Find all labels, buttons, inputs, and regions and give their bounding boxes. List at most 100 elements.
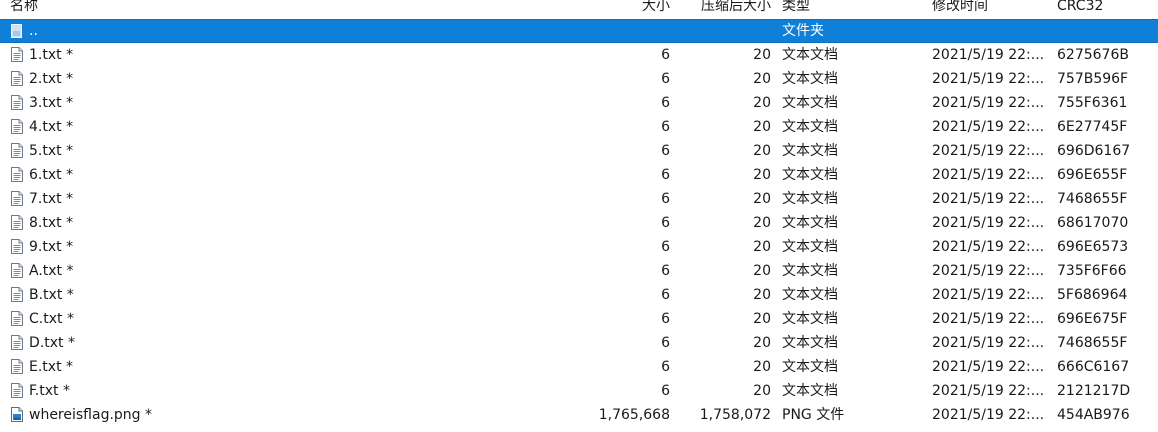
- file-crc32: 454AB976: [1057, 407, 1130, 423]
- file-modified: 2021/5/19 22:...: [932, 119, 1045, 135]
- file-row[interactable]: C.txt * 6 20 文本文档 2021/5/19 22:... 696E6…: [0, 307, 1158, 331]
- file-modified: 2021/5/19 22:...: [932, 71, 1045, 87]
- file-modified: 2021/5/19 22:...: [932, 407, 1045, 423]
- file-size: 6: [661, 191, 670, 207]
- file-size: 6: [661, 47, 670, 63]
- column-header-type[interactable]: 类型: [782, 0, 922, 19]
- text-file-icon: [10, 238, 24, 255]
- file-packed-size: 20: [753, 215, 771, 231]
- file-packed-size: 20: [753, 191, 771, 207]
- file-row[interactable]: 3.txt * 6 20 文本文档 2021/5/19 22:... 755F6…: [0, 91, 1158, 115]
- file-row[interactable]: 7.txt * 6 20 文本文档 2021/5/19 22:... 74686…: [0, 187, 1158, 211]
- image-file-icon: [10, 406, 24, 423]
- file-modified: 2021/5/19 22:...: [932, 335, 1045, 351]
- file-type: 文本文档: [782, 167, 838, 183]
- file-packed-size: 20: [753, 359, 771, 375]
- file-crc32: 757B596F: [1057, 71, 1129, 87]
- file-packed-size: 20: [753, 383, 771, 399]
- file-packed-size: 20: [753, 239, 771, 255]
- file-size: 6: [661, 239, 670, 255]
- file-crc32: 696E6573: [1057, 239, 1129, 255]
- file-packed-size: 20: [753, 167, 771, 183]
- file-name-cell: whereisflag.png *: [10, 403, 570, 427]
- column-header-name[interactable]: 名称: [10, 0, 570, 19]
- file-modified: 2021/5/19 22:...: [932, 215, 1045, 231]
- file-crc32: 696E655F: [1057, 167, 1128, 183]
- file-packed-size: 20: [753, 143, 771, 159]
- file-name-cell: D.txt *: [10, 331, 570, 355]
- file-packed-size: 20: [753, 335, 771, 351]
- file-packed-size: 20: [753, 47, 771, 63]
- file-name-cell: 4.txt *: [10, 115, 570, 139]
- file-modified: 2021/5/19 22:...: [932, 263, 1045, 279]
- file-size: 6: [661, 71, 670, 87]
- file-row[interactable]: B.txt * 6 20 文本文档 2021/5/19 22:... 5F686…: [0, 283, 1158, 307]
- file-name: D.txt *: [29, 335, 75, 351]
- file-crc32: 6275676B: [1057, 47, 1129, 63]
- file-row[interactable]: 2.txt * 6 20 文本文档 2021/5/19 22:... 757B5…: [0, 67, 1158, 91]
- file-packed-size: 20: [753, 119, 771, 135]
- file-row[interactable]: 4.txt * 6 20 文本文档 2021/5/19 22:... 6E277…: [0, 115, 1158, 139]
- file-packed-size: 1,758,072: [699, 407, 771, 423]
- file-type: 文本文档: [782, 143, 838, 159]
- file-name-cell: 2.txt *: [10, 67, 570, 91]
- column-header-modified[interactable]: 修改时间: [932, 0, 1048, 19]
- file-name: 5.txt *: [29, 143, 74, 159]
- file-packed-size: 20: [753, 287, 771, 303]
- file-row[interactable]: 5.txt * 6 20 文本文档 2021/5/19 22:... 696D6…: [0, 139, 1158, 163]
- file-name: 2.txt *: [29, 71, 74, 87]
- file-type: 文本文档: [782, 191, 838, 207]
- text-file-icon: [10, 118, 24, 135]
- column-header-row: 名称 大小 压缩后大小 类型 修改时间 CRC32: [0, 0, 1158, 19]
- file-name-cell: F.txt *: [10, 379, 570, 403]
- file-row[interactable]: 8.txt * 6 20 文本文档 2021/5/19 22:... 68617…: [0, 211, 1158, 235]
- file-modified: 2021/5/19 22:...: [932, 47, 1045, 63]
- file-crc32: 68617070: [1057, 215, 1129, 231]
- text-file-icon: [10, 190, 24, 207]
- column-header-crc32[interactable]: CRC32: [1057, 0, 1157, 19]
- file-size: 1,765,668: [598, 407, 670, 423]
- text-file-icon: [10, 382, 24, 399]
- file-crc32: 696D6167: [1057, 143, 1131, 159]
- file-type: 文本文档: [782, 71, 838, 87]
- file-row[interactable]: 1.txt * 6 20 文本文档 2021/5/19 22:... 62756…: [0, 43, 1158, 67]
- file-row[interactable]: 9.txt * 6 20 文本文档 2021/5/19 22:... 696E6…: [0, 235, 1158, 259]
- file-name: 6.txt *: [29, 167, 74, 183]
- text-file-icon: [10, 46, 24, 63]
- file-size: 6: [661, 215, 670, 231]
- file-crc32: 2121217D: [1057, 383, 1131, 399]
- file-name: 3.txt *: [29, 95, 74, 111]
- file-name: whereisflag.png *: [29, 407, 153, 423]
- column-header-size[interactable]: 大小: [580, 0, 670, 19]
- file-crc32: 7468655F: [1057, 335, 1128, 351]
- file-row[interactable]: 6.txt * 6 20 文本文档 2021/5/19 22:... 696E6…: [0, 163, 1158, 187]
- file-name: A.txt *: [29, 263, 74, 279]
- file-name: B.txt *: [29, 287, 74, 303]
- file-name: 1.txt *: [29, 47, 74, 63]
- parent-folder-row[interactable]: .. 文件夹: [0, 19, 1158, 43]
- file-type: 文本文档: [782, 239, 838, 255]
- file-modified: 2021/5/19 22:...: [932, 359, 1045, 375]
- parent-folder-name-cell: ..: [10, 19, 570, 43]
- file-name-cell: B.txt *: [10, 283, 570, 307]
- file-name: C.txt *: [29, 311, 74, 327]
- file-row[interactable]: A.txt * 6 20 文本文档 2021/5/19 22:... 735F6…: [0, 259, 1158, 283]
- column-header-packed-size[interactable]: 压缩后大小: [680, 0, 771, 19]
- file-type: 文本文档: [782, 263, 838, 279]
- file-name-cell: C.txt *: [10, 307, 570, 331]
- file-row[interactable]: E.txt * 6 20 文本文档 2021/5/19 22:... 666C6…: [0, 355, 1158, 379]
- file-crc32: 696E675F: [1057, 311, 1128, 327]
- file-row[interactable]: D.txt * 6 20 文本文档 2021/5/19 22:... 74686…: [0, 331, 1158, 355]
- file-name: E.txt *: [29, 359, 74, 375]
- file-row[interactable]: whereisflag.png * 1,765,668 1,758,072 PN…: [0, 403, 1158, 427]
- file-size: 6: [661, 143, 670, 159]
- file-size: 6: [661, 167, 670, 183]
- file-type: 文本文档: [782, 95, 838, 111]
- file-type: PNG 文件: [782, 407, 845, 423]
- file-crc32: 735F6F66: [1057, 263, 1127, 279]
- text-file-icon: [10, 358, 24, 375]
- file-type: 文本文档: [782, 287, 838, 303]
- file-packed-size: 20: [753, 71, 771, 87]
- text-file-icon: [10, 94, 24, 111]
- file-row[interactable]: F.txt * 6 20 文本文档 2021/5/19 22:... 21212…: [0, 379, 1158, 403]
